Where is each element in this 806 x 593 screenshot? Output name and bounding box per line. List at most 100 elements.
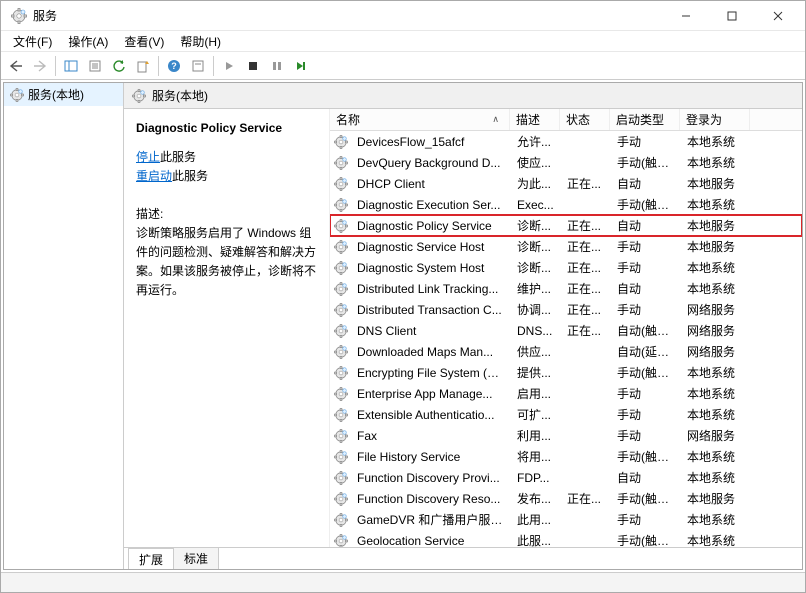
table-row[interactable]: Fax利用...手动网络服务 (330, 425, 802, 446)
titlebar: 服务 (1, 1, 805, 31)
service-icon (334, 156, 348, 170)
cell-logon: 本地系统 (681, 467, 751, 488)
stop-service-link[interactable]: 停止 (136, 150, 160, 164)
menu-help[interactable]: 帮助(H) (172, 31, 229, 52)
toolbar: ? (1, 52, 805, 80)
cell-startup: 自动 (611, 278, 681, 299)
menu-file[interactable]: 文件(F) (5, 31, 60, 52)
close-button[interactable] (755, 1, 801, 31)
cell-startup: 自动(延迟... (611, 341, 681, 362)
nav-back-button[interactable] (5, 55, 27, 77)
table-row[interactable]: Enterprise App Manage...启用...手动本地系统 (330, 383, 802, 404)
table-row[interactable]: Function Discovery Provi...FDP...自动本地系统 (330, 467, 802, 488)
export-list-button[interactable] (132, 55, 154, 77)
cell-status (561, 539, 611, 543)
service-icon (334, 219, 348, 233)
table-row[interactable]: Diagnostic Policy Service诊断...正在...自动本地服… (330, 215, 802, 236)
table-row[interactable]: DevQuery Background D...使应...手动(触发...本地系… (330, 152, 802, 173)
nav-forward-button[interactable] (29, 55, 51, 77)
minimize-button[interactable] (663, 1, 709, 31)
table-row[interactable]: Extensible Authenticatio...可扩...手动本地系统 (330, 404, 802, 425)
service-icon (334, 387, 348, 401)
cell-status (561, 350, 611, 354)
tree-root-label: 服务(本地) (28, 86, 84, 103)
help-button[interactable]: ? (163, 55, 185, 77)
table-row[interactable]: Function Discovery Reso...发布...正在...手动(触… (330, 488, 802, 509)
cell-desc: 为此... (511, 173, 561, 194)
table-row[interactable]: GameDVR 和广播用户服务...此用...手动本地系统 (330, 509, 802, 530)
table-row[interactable]: DHCP Client为此...正在...自动本地服务 (330, 173, 802, 194)
cell-startup: 手动 (611, 425, 681, 446)
maximize-button[interactable] (709, 1, 755, 31)
cell-desc: 诊断... (511, 257, 561, 278)
table-row[interactable]: Distributed Transaction C...协调...正在...手动… (330, 299, 802, 320)
restart-service-link[interactable]: 重启动 (136, 169, 172, 183)
table-row[interactable]: DevicesFlow_15afcf允许...手动本地系统 (330, 131, 802, 152)
menu-view[interactable]: 查看(V) (116, 31, 172, 52)
description-text: 诊断策略服务启用了 Windows 组件的问题检测、疑难解答和解决方案。如果该服… (136, 224, 317, 301)
statusbar (1, 572, 805, 592)
service-icon (334, 177, 348, 191)
toolbar-separator (158, 56, 159, 76)
table-row[interactable]: Diagnostic System Host诊断...正在...手动本地系统 (330, 257, 802, 278)
cell-status (561, 434, 611, 438)
column-status[interactable]: 状态 (560, 109, 610, 130)
table-row[interactable]: Geolocation Service此服...手动(触发...本地系统 (330, 530, 802, 547)
services-icon (132, 89, 146, 103)
window-title: 服务 (33, 7, 663, 24)
refresh-button[interactable] (108, 55, 130, 77)
table-row[interactable]: DNS ClientDNS...正在...自动(触发...网络服务 (330, 320, 802, 341)
restart-service-button[interactable] (290, 55, 312, 77)
service-icon (334, 471, 348, 485)
cell-desc: 启用... (511, 383, 561, 404)
table-row[interactable]: Downloaded Maps Man...供应...自动(延迟...网络服务 (330, 341, 802, 362)
table-row[interactable]: Diagnostic Execution Ser...Exec...手动(触发.… (330, 194, 802, 215)
cell-desc: 协调... (511, 299, 561, 320)
table-row[interactable]: Encrypting File System (E...提供...手动(触发..… (330, 362, 802, 383)
table-row[interactable]: Diagnostic Service Host诊断...正在...手动本地服务 (330, 236, 802, 257)
cell-desc: 诊断... (511, 236, 561, 257)
cell-logon: 本地系统 (681, 257, 751, 278)
properties-button[interactable] (84, 55, 106, 77)
column-startup[interactable]: 启动类型 (610, 109, 680, 130)
cell-logon: 网络服务 (681, 299, 751, 320)
cell-startup: 手动(触发... (611, 152, 681, 173)
cell-startup: 手动(触发... (611, 488, 681, 509)
cell-name: Diagnostic Service Host (351, 238, 511, 256)
cell-status (561, 413, 611, 417)
menu-action[interactable]: 操作(A) (60, 31, 116, 52)
pause-service-button[interactable] (266, 55, 288, 77)
properties-2-button[interactable] (187, 55, 209, 77)
cell-logon: 本地系统 (681, 446, 751, 467)
table-row[interactable]: Distributed Link Tracking...维护...正在...自动… (330, 278, 802, 299)
service-list[interactable]: 名称∧ 描述 状态 启动类型 登录为 DevicesFlow_15afcf允许.… (329, 109, 802, 547)
column-desc[interactable]: 描述 (510, 109, 560, 130)
cell-desc: 使应... (511, 152, 561, 173)
column-name[interactable]: 名称∧ (330, 109, 510, 130)
cell-startup: 手动(触发... (611, 194, 681, 215)
service-icon (334, 240, 348, 254)
cell-startup: 自动 (611, 173, 681, 194)
cell-desc: 供应... (511, 341, 561, 362)
cell-status: 正在... (561, 257, 611, 278)
cell-startup: 手动 (611, 236, 681, 257)
list-body: DevicesFlow_15afcf允许...手动本地系统 DevQuery Ba… (330, 131, 802, 547)
cell-status: 正在... (561, 320, 611, 341)
service-icon (334, 261, 348, 275)
cell-desc: 将用... (511, 446, 561, 467)
cell-name: DevQuery Background D... (351, 154, 511, 172)
tab-standard[interactable]: 标准 (173, 547, 219, 569)
svg-text:?: ? (171, 61, 177, 71)
cell-desc: 提供... (511, 362, 561, 383)
cell-status: 正在... (561, 215, 611, 236)
menubar: 文件(F) 操作(A) 查看(V) 帮助(H) (1, 31, 805, 52)
tree-root-item[interactable]: 服务(本地) (4, 83, 123, 106)
column-logon[interactable]: 登录为 (680, 109, 750, 130)
table-row[interactable]: File History Service将用...手动(触发...本地系统 (330, 446, 802, 467)
start-service-button[interactable] (218, 55, 240, 77)
services-icon (10, 88, 24, 102)
tab-extended[interactable]: 扩展 (128, 548, 174, 569)
selected-service-title: Diagnostic Policy Service (136, 119, 317, 138)
stop-service-button[interactable] (242, 55, 264, 77)
show-hide-console-button[interactable] (60, 55, 82, 77)
